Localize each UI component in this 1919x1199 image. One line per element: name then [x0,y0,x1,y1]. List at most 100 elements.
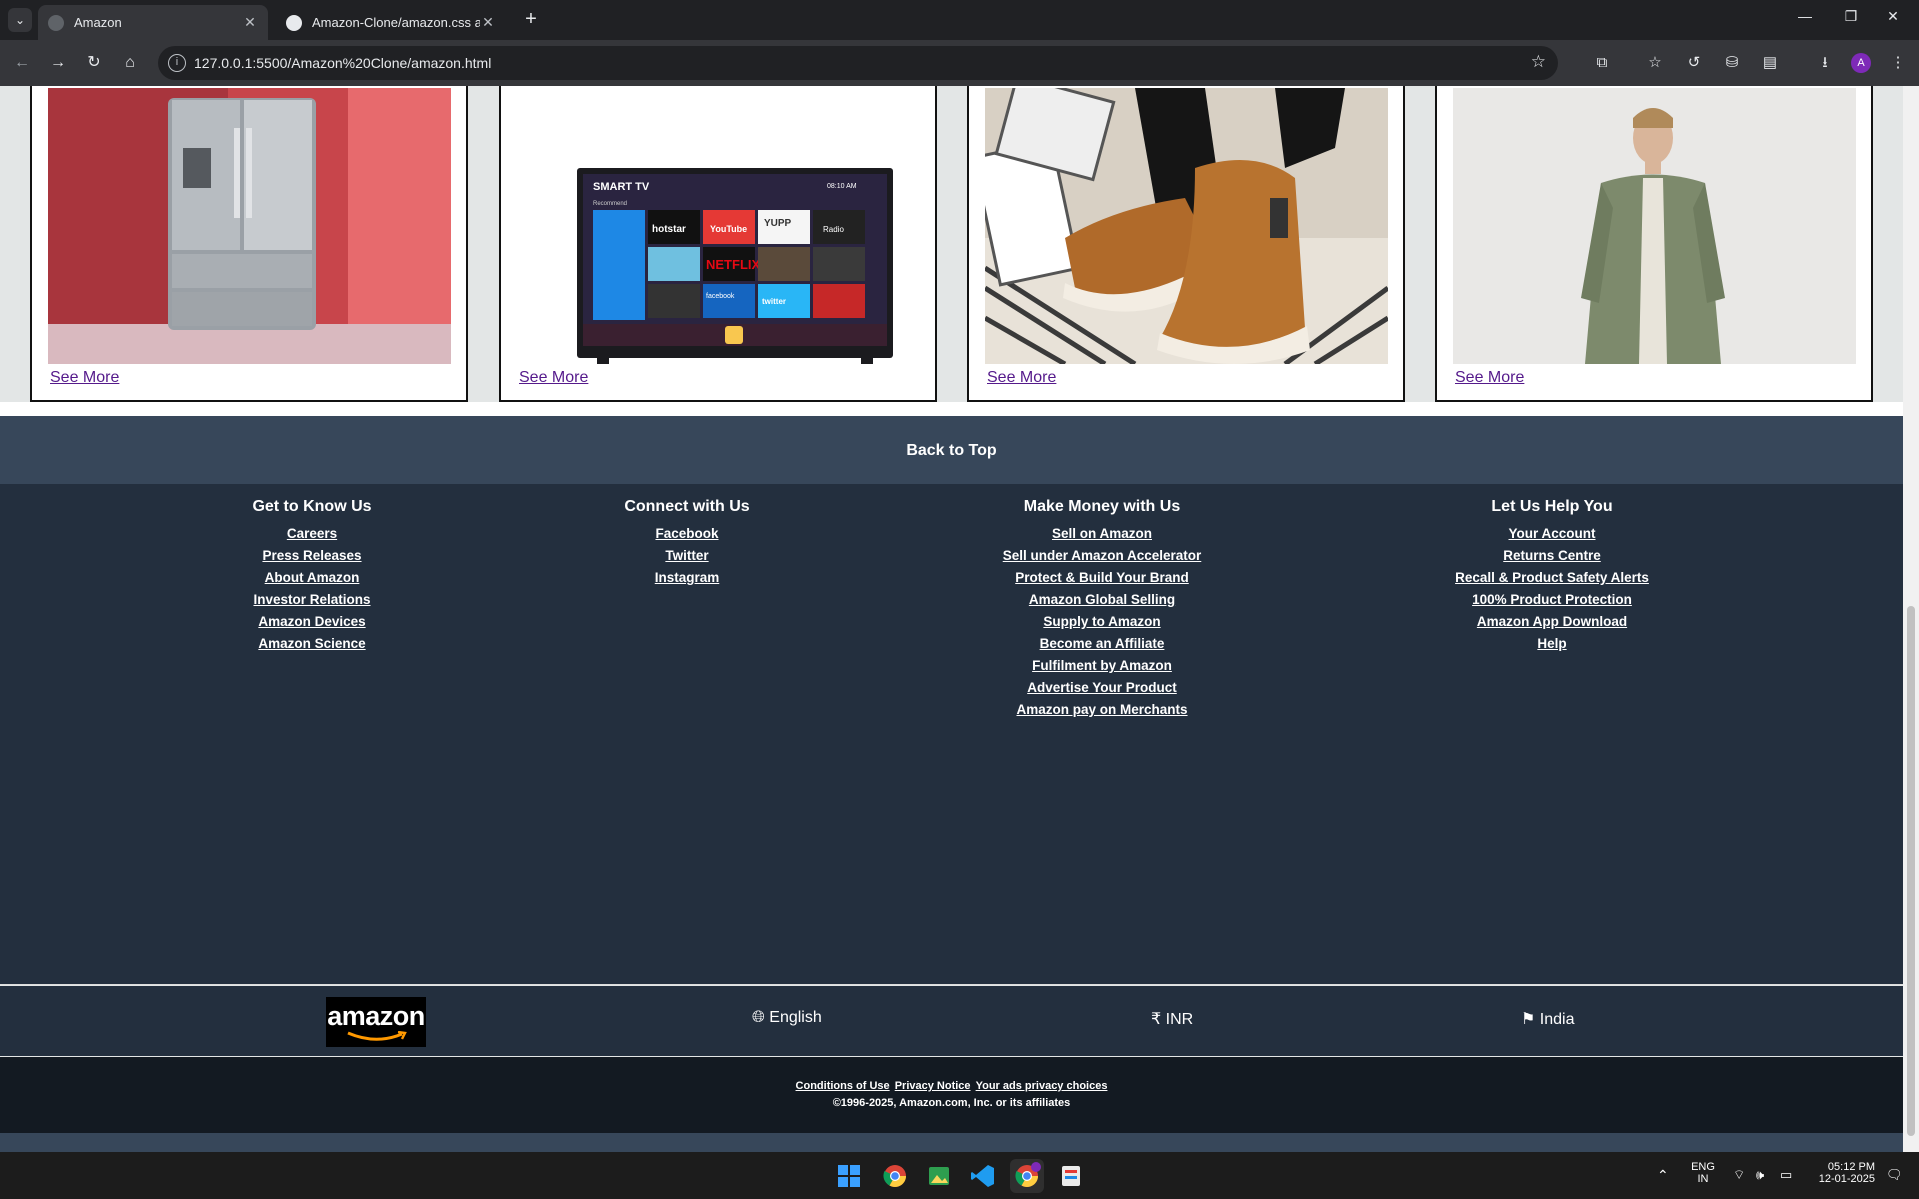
forward-icon[interactable]: → [46,51,70,75]
footer-link-help[interactable]: Help [1412,636,1692,651]
product-card: See More [1435,86,1873,402]
footer-link-supply-to-amazon[interactable]: Supply to Amazon [972,614,1232,629]
footer-link-fulfilment[interactable]: Fulfilment by Amazon [972,658,1232,673]
see-more-link[interactable]: See More [50,369,119,387]
volume-icon[interactable]: 🕪︎ [1756,1167,1764,1183]
conditions-of-use-link[interactable]: Conditions of Use [796,1080,890,1092]
restore-icon[interactable]: ❐ [1828,8,1874,25]
address-bar[interactable]: i 127.0.0.1:5500/Amazon%20Clone/amazon.h… [158,46,1558,80]
bookmark-star-icon[interactable]: ☆ [1531,52,1546,72]
globe-icon: 🌐︎ [752,1009,765,1026]
country-selector[interactable]: ⚑ India [1521,1009,1575,1029]
footer-link-your-account[interactable]: Your Account [1412,526,1692,541]
refrigerator-image[interactable] [48,88,451,364]
clock-time: 05:12 PM [1827,1161,1875,1173]
footer-column-make-money: Make Money with Us Sell on Amazon Sell u… [972,498,1232,724]
menu-kebab-icon[interactable]: ⋮ [1886,51,1910,75]
input-language[interactable]: ENG IN [1688,1161,1718,1185]
footer-link-amazon-devices[interactable]: Amazon Devices [212,614,412,629]
wifi-icon[interactable]: ⌔ [1733,1167,1745,1183]
back-to-top-button[interactable]: Back to Top [0,416,1903,484]
photos-icon[interactable] [922,1159,956,1193]
close-tab-icon[interactable]: ✕ [242,14,258,31]
tab-github[interactable]: Amazon-Clone/amazon.css at m ✕ [276,5,506,40]
extensions-icon[interactable]: ⧉ [1590,51,1614,75]
smart-tv-image[interactable]: SMART TV 08:10 AM Recommend hotstar YouT… [517,88,920,364]
back-icon[interactable]: ← [10,51,34,75]
github-icon [286,14,302,31]
footer-column-connect-with-us: Connect with Us Facebook Twitter Instagr… [587,498,787,592]
footer-link-app-download[interactable]: Amazon App Download [1412,614,1692,629]
tv-app-twitter: twitter [762,297,786,306]
incognito-icon[interactable]: ⛁ [1720,51,1744,75]
footer-link-instagram[interactable]: Instagram [587,570,787,585]
reload-icon[interactable]: ↻ [82,51,106,75]
copyright-text: ©1996-2025, Amazon.com, Inc. or its affi… [832,1097,1071,1109]
history-icon[interactable]: ↺ [1682,51,1706,75]
man-jacket-image[interactable] [1453,88,1856,364]
footer-link-returns-centre[interactable]: Returns Centre [1412,548,1692,563]
tab-amazon[interactable]: Amazon ✕ [38,5,268,40]
snipping-tool-icon[interactable] [1054,1159,1088,1193]
footer-link-amazon-science[interactable]: Amazon Science [212,636,412,651]
footer-link-sell-on-amazon[interactable]: Sell on Amazon [972,526,1232,541]
windows-start-icon[interactable] [832,1159,866,1193]
footer-link-global-selling[interactable]: Amazon Global Selling [972,592,1232,607]
reading-mode-icon[interactable]: ▤ [1758,51,1782,75]
footer-link-amazon-accelerator[interactable]: Sell under Amazon Accelerator [972,548,1232,563]
home-icon[interactable]: ⌂ [118,51,142,75]
footer-link-careers[interactable]: Careers [212,526,412,541]
site-info-icon[interactable]: i [168,54,186,72]
see-more-link[interactable]: See More [1455,369,1524,387]
battery-icon[interactable]: ▭ [1780,1167,1792,1183]
footer-link-facebook[interactable]: Facebook [587,526,787,541]
profile-avatar[interactable]: A [1851,53,1871,73]
footer-link-product-protection[interactable]: 100% Product Protection [1412,592,1692,607]
footer-link-advertise[interactable]: Advertise Your Product [972,680,1232,695]
browser-toolbar: ← → ↻ ⌂ i 127.0.0.1:5500/Amazon%20Clone/… [0,40,1919,86]
footer-column-get-to-know-us: Get to Know Us Careers Press Releases Ab… [212,498,412,658]
clock[interactable]: 05:12 PM 12-01-2025 [1815,1161,1875,1185]
boots-image[interactable] [985,88,1388,364]
footer-link-press-releases[interactable]: Press Releases [212,548,412,563]
footer-link-become-affiliate[interactable]: Become an Affiliate [972,636,1232,651]
scrollbar-thumb[interactable] [1907,606,1915,1136]
amazon-logo[interactable]: amazon [326,997,426,1047]
tv-brand: SMART TV [593,181,650,193]
footer-heading: Let Us Help You [1491,498,1613,515]
tab-search-dropdown-icon[interactable]: ⌄ [8,8,32,32]
ads-privacy-link[interactable]: Your ads privacy choices [976,1080,1108,1092]
footer-link-protect-brand[interactable]: Protect & Build Your Brand [972,570,1232,585]
download-icon[interactable]: ⭳ [1813,51,1837,75]
privacy-notice-link[interactable]: Privacy Notice [895,1080,971,1092]
footer-link-investor-relations[interactable]: Investor Relations [212,592,412,607]
bookmarks-icon[interactable]: ☆ [1643,51,1667,75]
currency-selector[interactable]: ₹ INR [1151,1009,1193,1029]
notifications-icon[interactable]: 🗨︎ [1886,1167,1903,1183]
close-tab-icon[interactable]: ✕ [480,14,496,31]
see-more-link[interactable]: See More [519,369,588,387]
chrome-profile-icon[interactable] [1010,1159,1044,1193]
footer-link-twitter[interactable]: Twitter [587,548,787,563]
language-selector[interactable]: 🌐︎ English [752,1009,822,1027]
footer-link-recall-alerts[interactable]: Recall & Product Safety Alerts [1412,570,1692,585]
product-card: SMART TV 08:10 AM Recommend hotstar YouT… [499,86,937,402]
see-more-link[interactable]: See More [987,369,1056,387]
chrome-icon[interactable] [878,1159,912,1193]
tray-chevron-icon[interactable]: ⌃ [1657,1167,1669,1184]
footer-link-about-amazon[interactable]: About Amazon [212,570,412,585]
vertical-scrollbar[interactable] [1903,86,1919,1152]
country-label: India [1539,1011,1575,1028]
lang-code: ENG [1691,1161,1715,1173]
vscode-icon[interactable] [966,1159,1000,1193]
new-tab-button[interactable]: + [520,8,542,31]
logo-wordmark: amazon [327,1001,425,1031]
footer-link-amazon-pay[interactable]: Amazon pay on Merchants [972,702,1232,717]
currency-label: INR [1165,1011,1194,1028]
close-window-icon[interactable]: ✕ [1870,8,1916,25]
minimize-icon[interactable]: — [1782,8,1828,24]
legal-links: Conditions of Use Privacy Notice Your ad… [0,1080,1903,1092]
tab-title: Amazon [74,15,122,30]
footer-heading: Connect with Us [624,498,750,515]
footer-legal: Conditions of Use Privacy Notice Your ad… [0,1057,1903,1133]
